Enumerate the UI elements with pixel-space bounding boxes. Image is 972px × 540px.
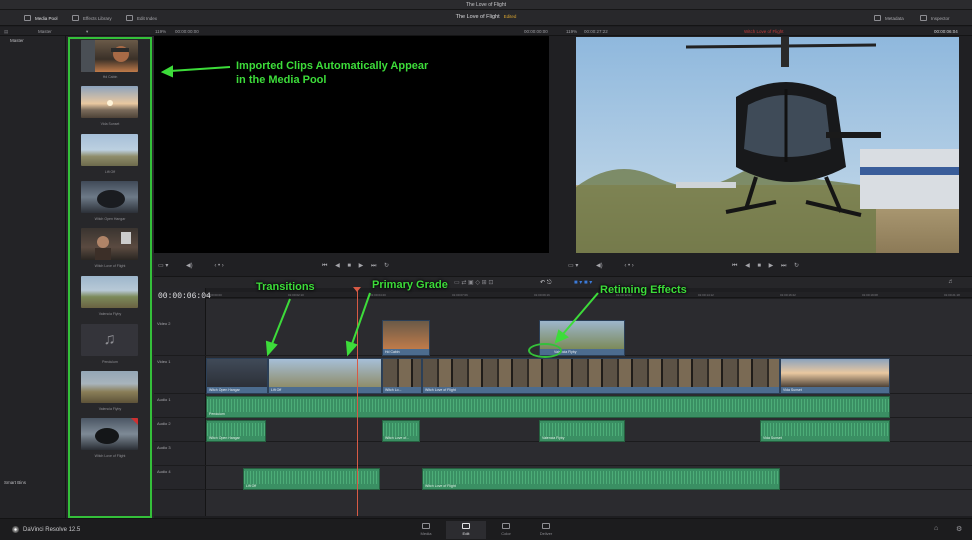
tab-deliver[interactable]: Deliver bbox=[526, 521, 566, 539]
annotation-media-pool-line1: Imported Clips Automatically Appear bbox=[236, 60, 429, 72]
annotation-transitions: Transitions bbox=[256, 281, 315, 293]
media-page-icon bbox=[422, 523, 430, 529]
color-page-icon bbox=[502, 523, 510, 529]
app-brand: DaVinci Resolve 12.5 bbox=[12, 526, 80, 533]
annotation-retiming: Retiming Effects bbox=[600, 284, 687, 296]
page-navigation-bar: DaVinci Resolve 12.5 Media Edit Color De… bbox=[0, 518, 972, 540]
tab-edit[interactable]: Edit bbox=[446, 521, 486, 539]
edit-page-icon bbox=[462, 523, 470, 529]
home-icon[interactable]: ⌂ bbox=[934, 525, 938, 532]
tab-media[interactable]: Media bbox=[406, 521, 446, 539]
gear-icon[interactable]: ⚙ bbox=[956, 525, 962, 533]
tab-color[interactable]: Color bbox=[486, 521, 526, 539]
deliver-page-icon bbox=[542, 523, 550, 529]
resolve-logo-icon bbox=[12, 526, 19, 533]
annotation-media-pool-line2: in the Media Pool bbox=[236, 74, 327, 86]
annotation-arrows bbox=[160, 65, 599, 357]
annotation-primary-grade: Primary Grade bbox=[372, 279, 448, 291]
